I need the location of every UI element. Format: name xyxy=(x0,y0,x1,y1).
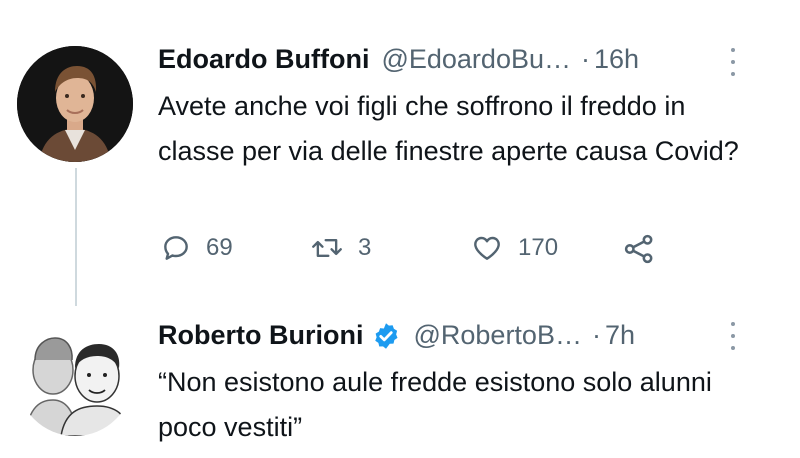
separator-dot: · xyxy=(580,44,590,74)
share-button[interactable] xyxy=(622,232,656,266)
tweet-text: Avete anche voi figli che soffrono il fr… xyxy=(158,91,739,166)
author-name[interactable]: Edoardo Buffoni xyxy=(158,44,369,75)
verified-badge-icon xyxy=(371,321,401,351)
author-handle[interactable]: @EdoardoBu… xyxy=(381,44,571,75)
avatar-edoardo-buffoni[interactable] xyxy=(17,46,133,162)
retweet-icon xyxy=(312,238,342,258)
reply-button[interactable]: 69 xyxy=(160,232,233,264)
more-icon[interactable] xyxy=(728,322,738,350)
tweet-actions: 69 3 170 xyxy=(160,232,700,272)
like-button[interactable]: 170 xyxy=(470,232,558,264)
profile-photo-icon xyxy=(17,320,133,436)
tweet-text: “Non esistono aule fredde esistono solo … xyxy=(158,367,712,442)
reply-count: 69 xyxy=(206,234,233,261)
tweet-timestamp[interactable]: 16h xyxy=(594,44,639,75)
avatar-roberto-burioni[interactable] xyxy=(17,320,133,436)
tweet-header: Roberto Burioni @RobertoB… · 7h xyxy=(158,320,635,351)
author-name[interactable]: Roberto Burioni xyxy=(158,320,363,351)
reply-icon xyxy=(164,236,188,260)
separator-dot: · xyxy=(591,320,601,350)
tweet-header: Edoardo Buffoni @EdoardoBu… · 16h xyxy=(158,44,639,75)
thread-connector-line xyxy=(75,168,77,306)
tweet-timestamp[interactable]: 7h xyxy=(605,320,635,351)
retweet-count: 3 xyxy=(358,234,372,261)
retweet-button[interactable]: 3 xyxy=(310,232,371,264)
profile-photo-icon xyxy=(17,46,133,162)
more-icon[interactable] xyxy=(728,48,738,76)
heart-icon xyxy=(474,236,500,260)
like-count: 170 xyxy=(518,234,559,261)
share-icon xyxy=(624,234,653,264)
author-handle[interactable]: @RobertoB… xyxy=(413,320,581,351)
